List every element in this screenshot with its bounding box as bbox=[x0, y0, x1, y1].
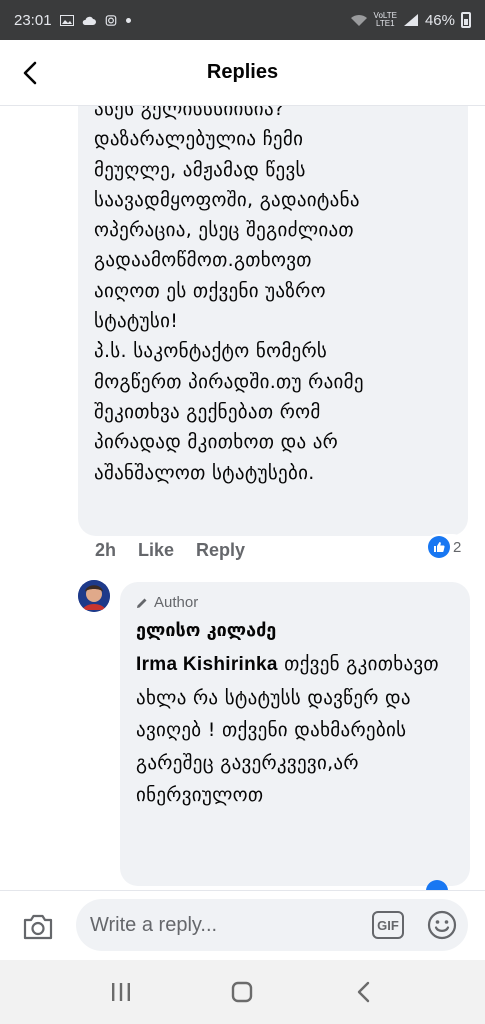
reply-author-name[interactable]: ელისო კილაძე bbox=[136, 620, 276, 641]
status-bar: 23:01 VoLTE LTE1 46% bbox=[0, 0, 485, 40]
pencil-icon bbox=[137, 598, 147, 608]
reply-button[interactable]: Reply bbox=[196, 540, 245, 561]
network-lte: LTE1 bbox=[375, 19, 395, 28]
like-reaction-icon bbox=[428, 536, 450, 558]
reply-text: Irma Kishirinka თქვენ გკითხავთ ახლა რა ს… bbox=[136, 648, 456, 812]
avatar[interactable] bbox=[78, 580, 110, 612]
reaction-number: 2 bbox=[453, 538, 462, 556]
recent-apps-button[interactable] bbox=[101, 972, 141, 1012]
cloud-icon bbox=[82, 16, 96, 25]
battery-percent: 46% bbox=[424, 11, 455, 29]
reply-composer: GIF bbox=[0, 890, 485, 960]
network-indicator: VoLTE LTE1 bbox=[374, 12, 397, 28]
back-arrow-icon bbox=[23, 61, 37, 85]
page-title: Replies bbox=[206, 61, 279, 83]
gif-button[interactable]: GIF bbox=[372, 911, 404, 939]
mention-link[interactable]: Irma Kishirinka bbox=[136, 654, 278, 675]
smiley-icon bbox=[427, 910, 457, 940]
author-badge: Author bbox=[136, 594, 198, 611]
header: Replies bbox=[0, 40, 485, 106]
home-icon bbox=[232, 981, 253, 1003]
battery-icon bbox=[461, 12, 471, 28]
instagram-icon bbox=[105, 14, 116, 26]
reaction-count[interactable]: 2 bbox=[426, 534, 466, 560]
wifi-icon bbox=[350, 14, 367, 26]
emoji-button[interactable] bbox=[426, 909, 458, 941]
avatar-image bbox=[78, 580, 110, 612]
author-label: Author bbox=[154, 594, 199, 611]
back-button[interactable] bbox=[10, 53, 50, 93]
status-time: 23:01 bbox=[14, 11, 52, 29]
gallery-icon bbox=[59, 14, 74, 26]
reply-bubble: Author ელისო კილაძე Irma Kishirinka თქვე… bbox=[120, 582, 470, 886]
comment-time: 2h bbox=[95, 540, 117, 560]
comment-actions: 2h Like Reply bbox=[95, 540, 245, 561]
reply-input-container[interactable]: GIF bbox=[76, 899, 468, 951]
reply-input[interactable] bbox=[90, 899, 370, 951]
back-chevron-icon bbox=[357, 981, 370, 1003]
comment-text: ასეს გელისსსიისია? დაზარალებულია ჩემი მე… bbox=[94, 106, 364, 484]
camera-icon bbox=[23, 914, 53, 940]
recent-apps-icon bbox=[111, 983, 130, 1001]
reply-body: თქვენ გკითხავთ ახლა რა სტატუსს დავწერ და… bbox=[136, 653, 439, 806]
signal-icon bbox=[403, 14, 418, 26]
camera-button[interactable] bbox=[18, 907, 58, 947]
system-nav-bar bbox=[0, 960, 485, 1024]
notification-dot-icon bbox=[125, 17, 131, 23]
home-button[interactable] bbox=[222, 972, 262, 1012]
like-button[interactable]: Like bbox=[138, 540, 174, 561]
system-back-button[interactable] bbox=[344, 972, 384, 1012]
replies-thread[interactable]: ასეს გელისსსიისია? დაზარალებულია ჩემი მე… bbox=[0, 106, 485, 890]
comment-bubble: ასეს გელისსსიისია? დაზარალებულია ჩემი მე… bbox=[78, 106, 468, 536]
